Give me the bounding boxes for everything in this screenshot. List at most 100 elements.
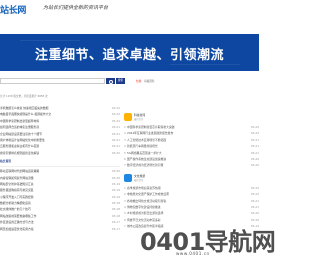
section-title[interactable]: 站长资讯 — [0, 159, 120, 168]
news-list: 手机数据怎么恢复 快速找回丢失的数据 03-22 电脑自带截图快捷键是什么 截屏操作… — [0, 106, 120, 157]
category-card[interactable]: 科技新闻 最新资讯 — [124, 111, 259, 125]
site-logo-sub: SITE CHINA — [0, 12, 17, 15]
news-date: 03-22 — [249, 125, 259, 129]
hot-search-label: 热搜: — [136, 80, 143, 83]
news-title[interactable]: 网站改版前需要准备哪些工作 — [0, 214, 36, 218]
news-title[interactable]: 小程序开发入门与实践经验 — [0, 195, 34, 199]
news-title[interactable]: 电脑自带截图快捷键是什么 截屏操作大全 — [0, 112, 51, 116]
item-number: 5 — [124, 211, 126, 216]
news-item[interactable]: 搜索引擎排名规则最新变化解读 03-20 — [0, 150, 120, 157]
news-title[interactable]: 中国科学家研制出新型超导材料 — [0, 119, 39, 123]
news-date: 03-21 — [110, 144, 120, 149]
news-title[interactable]: 博物馆数字化建设持续推进 — [127, 205, 161, 209]
site-slogan: 为站长们提供全新的资讯平台 — [43, 5, 109, 11]
news-title[interactable]: 云服务器和虚拟主机有什么区别 — [0, 144, 39, 148]
news-list: 移动互联网时代的网站运营策略 03-20 内容营销如何提升网站流量 03-20 网站安全… — [0, 169, 120, 233]
news-title[interactable]: 服务器选购指南与常见误区 — [0, 188, 34, 192]
news-date: 03-21 — [110, 125, 120, 130]
category-subtitle: 最新资讯 — [134, 118, 144, 121]
item-number: 6 — [124, 217, 126, 222]
news-title[interactable]: 非物质文化遗产保护工作成效显著 — [127, 192, 169, 196]
search-input[interactable] — [0, 78, 105, 84]
item-number: 7 — [124, 224, 126, 229]
item-number: 7 — [124, 163, 126, 168]
news-date: 03-22 — [249, 131, 259, 136]
news-title[interactable]: 如何选择合适的域名注册服务商 — [0, 125, 39, 129]
news-date: 03-19 — [110, 194, 120, 199]
news-title[interactable]: 2024年互联网行业发展趋势报告发布 — [127, 131, 173, 135]
news-title[interactable]: 数据分析助力精细化运营 — [0, 201, 31, 205]
news-title[interactable]: 数字经济成为经济增长新引擎 — [127, 163, 163, 167]
search-submit-button[interactable]: 搜索 — [116, 78, 125, 84]
banner-headline: 注重细节、追求卓越、引领潮流 — [34, 48, 224, 63]
news-item[interactable]: 网页加载速度优化实用方案 03-17 — [0, 226, 120, 233]
news-date: 03-22 — [110, 106, 120, 110]
news-title[interactable]: 国产操作系统生态建设加速推进 — [127, 157, 166, 161]
news-date: 03-18 — [110, 201, 120, 206]
site-stats: 共计 1158 篇文章，浏览量累计 6858 次 — [0, 95, 48, 98]
item-number: 2 — [124, 131, 126, 136]
news-date: 03-18 — [110, 207, 120, 212]
news-date: 03-22 — [110, 118, 120, 123]
news-list: 1 中国科学家研制新型芯片取得重大突破 03-22 2 2024年互联网行业发展趋势报告… — [124, 125, 259, 170]
search-icon[interactable] — [106, 78, 115, 84]
news-date: 03-20 — [249, 211, 259, 216]
news-title[interactable]: 新能源汽车销量持续增长 — [127, 144, 158, 148]
news-date: 03-18 — [110, 213, 120, 218]
news-date: 03-17 — [110, 220, 120, 225]
category-card[interactable]: 文化旅游 最新资讯 — [124, 172, 259, 186]
hot-search-link[interactable]: 南极国际 — [144, 79, 154, 83]
news-date: 03-21 — [249, 198, 259, 203]
news-title[interactable]: 乡村旅游成为假日出游新选择 — [127, 211, 163, 215]
category-icon — [124, 113, 132, 121]
news-title[interactable]: 网页加载速度优化实用方案 — [0, 227, 34, 231]
item-number: 6 — [124, 156, 126, 161]
news-date: 03-21 — [249, 204, 259, 209]
item-number: 3 — [124, 137, 126, 142]
search-bar: 搜索 热搜: 南极国际 — [0, 77, 259, 85]
news-date: 03-22 — [249, 192, 259, 197]
news-date: 03-21 — [110, 137, 120, 142]
news-title[interactable]: 社交媒体推广的几个技巧 — [0, 207, 31, 211]
hero-banner: 注重细节、追求卓越、引领潮流 — [0, 34, 259, 71]
news-date: 03-20 — [110, 150, 120, 155]
news-date: 03-17 — [110, 226, 120, 231]
news-title[interactable]: 5G网络覆盖范围进一步扩大 — [127, 151, 162, 155]
news-title[interactable]: 用户体验设计在网站优化中的重要性 — [0, 138, 45, 142]
item-number: 3 — [124, 198, 126, 203]
category-subtitle: 最新资讯 — [134, 178, 144, 182]
news-title[interactable]: 搜索引擎排名规则最新变化解读 — [0, 151, 39, 155]
news-date: 03-19 — [110, 188, 120, 193]
news-title[interactable]: 手机数据怎么恢复 快速找回丢失的数据 — [0, 106, 48, 110]
site-header: 站长网 SITE CHINA 为站长们提供全新的资讯平台 — [0, 0, 259, 34]
item-number: 2 — [124, 192, 126, 197]
news-title[interactable]: 中国科学家研制新型芯片取得重大突破 — [127, 125, 175, 129]
banner-decoration — [20, 40, 80, 41]
news-date: 03-21 — [249, 150, 259, 155]
news-title[interactable]: 网站安全防护基础知识汇总 — [0, 182, 34, 186]
news-title[interactable]: 春季旅游市场迎来复苏热潮 — [127, 186, 161, 190]
news-title[interactable]: 外链建设的正确方式与方法 — [0, 220, 34, 224]
news-date: 03-22 — [249, 185, 259, 190]
right-column: 科技新闻 最新资讯 1 中国科学家研制新型芯片取得重大突破 03-22 2 2024年互… — [124, 111, 259, 230]
news-date: 03-20 — [249, 156, 259, 161]
news-title[interactable]: 企业网站建设需要注意的十个细节 — [0, 132, 42, 136]
item-number: 4 — [124, 204, 126, 209]
category-icon — [124, 173, 132, 182]
news-title[interactable]: 人工智能技术应用场景不断拓展 — [127, 138, 166, 142]
news-date: 03-21 — [110, 131, 120, 136]
item-number: 1 — [124, 125, 126, 129]
news-date: 03-21 — [249, 137, 259, 142]
watermark-url: www.0401.cn — [176, 251, 210, 256]
news-date: 03-20 — [249, 163, 259, 168]
news-title[interactable]: 各地推出特色文旅活动吸引游客 — [127, 199, 166, 203]
news-date: 03-19 — [110, 181, 120, 186]
banner-decoration — [170, 64, 240, 65]
news-title[interactable]: 移动互联网时代的网站运营策略 — [0, 169, 39, 173]
news-item[interactable]: 7 数字经济成为经济增长新引擎 03-20 — [124, 163, 259, 169]
news-date: 03-20 — [110, 175, 120, 180]
item-number: 1 — [124, 185, 126, 190]
news-title[interactable]: 内容营销如何提升网站流量 — [0, 176, 34, 180]
item-number: 5 — [124, 150, 126, 155]
item-number: 4 — [124, 144, 126, 149]
